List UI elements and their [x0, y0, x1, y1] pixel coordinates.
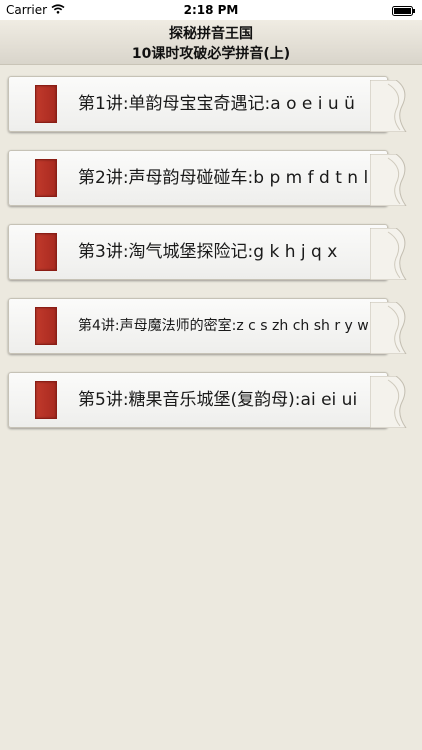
lesson-item-1[interactable]: 第1讲:单韵母宝宝奇遇记:a o e i u ü [8, 76, 410, 132]
bookmark-icon [35, 381, 57, 419]
page-curl-icon [370, 376, 407, 428]
lesson-label: 第5讲:糖果音乐城堡(复韵母):ai ei ui [78, 390, 358, 410]
page-curl-icon [370, 302, 407, 354]
bookmark-icon [35, 233, 57, 271]
page-curl-icon [370, 228, 407, 280]
lesson-item-2[interactable]: 第2讲:声母韵母碰碰车:b p m f d t n l [8, 150, 410, 206]
lesson-label: 第4讲:声母魔法师的密室:z c s zh ch sh r y w [78, 318, 369, 334]
lesson-item-3[interactable]: 第3讲:淘气城堡探险记:g k h j q x [8, 224, 410, 280]
bookmark-icon [35, 307, 57, 345]
lesson-label: 第1讲:单韵母宝宝奇遇记:a o e i u ü [78, 94, 355, 114]
lesson-list: 第1讲:单韵母宝宝奇遇记:a o e i u ü 第2讲:声母韵母碰碰车:b p… [0, 0, 422, 750]
lesson-label: 第3讲:淘气城堡探险记:g k h j q x [78, 242, 338, 262]
bookmark-icon [35, 85, 57, 123]
lesson-label: 第2讲:声母韵母碰碰车:b p m f d t n l [78, 168, 369, 188]
bookmark-icon [35, 159, 57, 197]
lesson-item-4[interactable]: 第4讲:声母魔法师的密室:z c s zh ch sh r y w [8, 298, 410, 354]
page-curl-icon [370, 154, 407, 206]
lesson-item-5[interactable]: 第5讲:糖果音乐城堡(复韵母):ai ei ui [8, 372, 410, 428]
page-curl-icon [370, 80, 407, 132]
